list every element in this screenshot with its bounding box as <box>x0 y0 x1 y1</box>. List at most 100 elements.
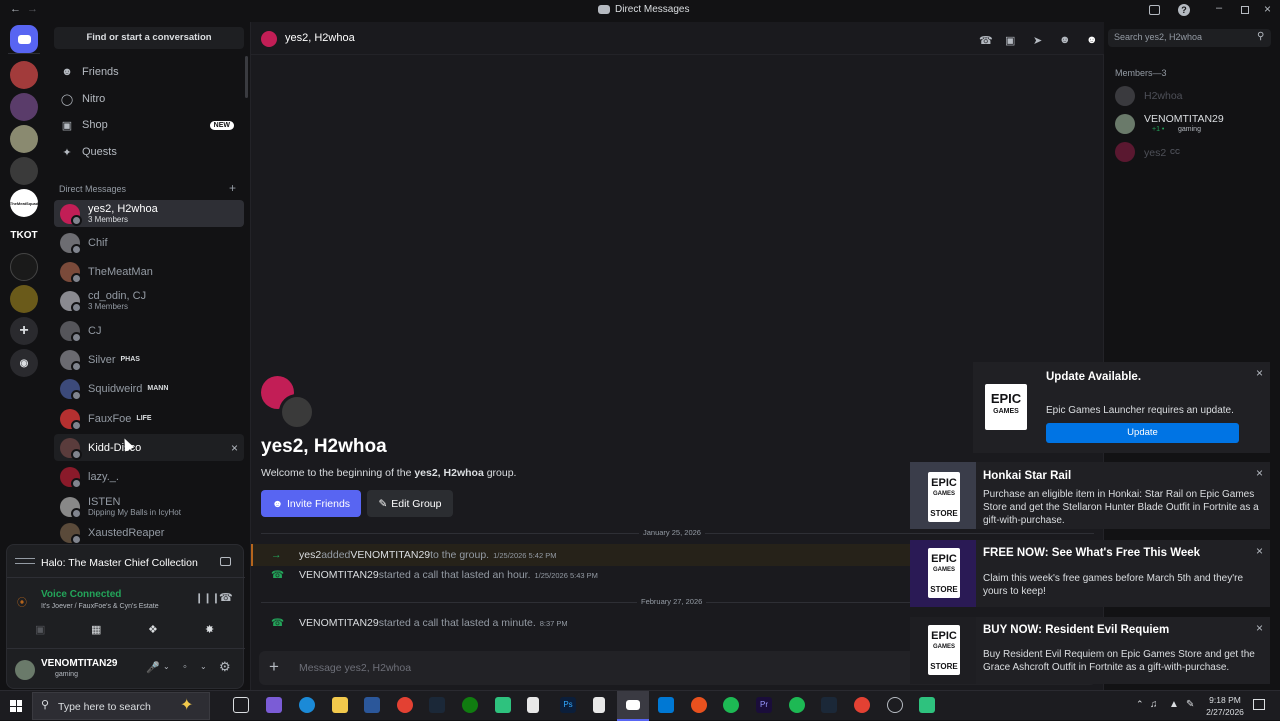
close-icon[interactable]: × <box>1264 2 1271 16</box>
chat-search-input[interactable]: Search yes2, H2whoa ⚲ <box>1108 29 1271 47</box>
msg-target[interactable]: VENOMTITAN29 <box>350 549 430 561</box>
server-icon[interactable] <box>10 125 38 153</box>
server-icon[interactable] <box>10 61 38 89</box>
member-avatar[interactable] <box>1115 86 1135 106</box>
volume-icon[interactable]: ♫ <box>1150 699 1158 710</box>
toast-resident-evil[interactable]: × EPIC GAMES STORE BUY NOW: Resident Evil … <box>910 617 1270 684</box>
xbox-icon[interactable] <box>462 697 478 713</box>
copilot-icon[interactable] <box>266 697 282 713</box>
app-icon[interactable] <box>495 697 511 713</box>
system-message[interactable]: ☎ VENOMTITAN29 started a call that lasted… <box>271 569 598 581</box>
find-conversation-button[interactable]: Find or start a conversation <box>54 27 244 49</box>
windows-start-icon[interactable] <box>10 700 22 712</box>
clock-time[interactable]: 9:18 PM <box>1205 695 1245 705</box>
app-window-icon[interactable] <box>658 697 674 713</box>
document-icon[interactable] <box>593 697 605 713</box>
file-explorer-icon[interactable] <box>332 697 348 713</box>
close-icon[interactable]: × <box>1256 466 1263 480</box>
app-icon[interactable] <box>919 697 935 713</box>
chevron-up-icon[interactable]: ⌃ <box>1136 699 1144 710</box>
premiere-icon[interactable]: Pr <box>756 697 772 713</box>
close-icon[interactable]: × <box>1256 366 1263 380</box>
dm-item[interactable]: ISTEN Dipping My Balls in IcyHot <box>54 493 244 520</box>
notifications-icon[interactable] <box>1253 699 1265 710</box>
attach-plus-icon[interactable]: + <box>269 657 279 677</box>
noise-suppression-icon[interactable]: ❙❙❙ <box>195 593 220 604</box>
menu-nitro[interactable]: ◯ Nitro <box>54 86 244 112</box>
spotify-icon[interactable] <box>723 697 739 713</box>
system-message[interactable]: ☎ VENOMTITAN29 started a call that lasted… <box>271 617 568 629</box>
chevron-down-icon[interactable]: ⌄ <box>163 662 170 671</box>
msg-user[interactable]: VENOMTITAN29 <box>299 569 379 581</box>
toast-honkai[interactable]: × EPIC GAMES STORE Honkai Star Rail Purcha… <box>910 462 1270 529</box>
soundboard-icon[interactable]: ✸ <box>205 623 214 636</box>
close-icon[interactable]: × <box>1256 621 1263 635</box>
toast-free-now[interactable]: × EPIC GAMES STORE FREE NOW: See What's Fr… <box>910 540 1270 607</box>
maximize-icon[interactable] <box>1241 6 1249 14</box>
discover-icon[interactable]: ◉ <box>10 349 38 377</box>
add-server-icon[interactable]: + <box>10 317 38 345</box>
member-name[interactable]: yes2 <box>1144 147 1166 159</box>
minimize-icon[interactable]: – <box>1216 2 1222 14</box>
msg-user[interactable]: yes2 <box>299 549 321 561</box>
edge-icon[interactable] <box>299 697 315 713</box>
settings-gear-icon[interactable]: ⚙ <box>219 659 231 675</box>
camera-off-icon[interactable]: ▣ <box>35 623 45 636</box>
dm-item[interactable]: cd_odin, CJ 3 Members <box>54 287 244 314</box>
photoshop-icon[interactable]: Ps <box>560 697 576 713</box>
add-friend-icon[interactable]: ☻ <box>1059 34 1071 46</box>
toast-update[interactable]: × EPIC GAMES Update Available. Epic Games… <box>973 362 1270 453</box>
steam-icon[interactable] <box>821 697 837 713</box>
update-button[interactable]: Update <box>1046 423 1239 443</box>
close-dm-icon[interactable]: × <box>231 441 238 455</box>
system-message[interactable]: → yes2 added VENOMTITAN29 to the group. 1/… <box>271 549 556 561</box>
dm-item[interactable]: Chif <box>54 229 244 256</box>
server-icon-tkot[interactable]: TKOT <box>10 221 38 249</box>
app-icon[interactable] <box>854 697 870 713</box>
dm-item[interactable]: yes2, H2whoa 3 Members <box>54 200 244 227</box>
disconnect-icon[interactable]: ☎ <box>219 591 233 604</box>
dm-item[interactable]: CJ <box>54 317 244 344</box>
server-icon[interactable] <box>10 285 38 313</box>
msg-user[interactable]: VENOMTITAN29 <box>299 617 379 629</box>
server-icon[interactable] <box>10 93 38 121</box>
video-icon[interactable]: ▣ <box>1005 34 1015 47</box>
taskbar-search[interactable]: ⚲ Type here to search ✦ <box>32 692 210 720</box>
chevron-down-icon[interactable]: ⌄ <box>200 662 207 671</box>
pen-icon[interactable]: ✎ <box>1186 699 1194 710</box>
member-name[interactable]: VENOMTITAN29 <box>1144 113 1224 125</box>
activities-icon[interactable]: ❖ <box>148 623 158 636</box>
dm-item[interactable]: lazy._. <box>54 463 244 490</box>
notepad-icon[interactable] <box>527 697 539 713</box>
dm-item[interactable]: XaustedReaper <box>54 522 244 544</box>
clock-date[interactable]: 2/27/2026 <box>1202 707 1248 717</box>
member-avatar[interactable] <box>1115 114 1135 134</box>
share-screen-icon[interactable]: ▦ <box>91 623 101 636</box>
dm-item-hovered[interactable]: Kidd-Disco × <box>54 434 244 461</box>
headphones-icon[interactable]: ◦ <box>183 661 187 673</box>
call-icon[interactable]: ☎ <box>979 34 993 47</box>
member-name[interactable]: H2whoa <box>1144 90 1183 102</box>
discord-taskbar-active[interactable] <box>617 691 649 721</box>
voice-status[interactable]: Voice Connected <box>41 589 121 600</box>
server-icon[interactable] <box>10 253 38 281</box>
word-icon[interactable] <box>364 697 380 713</box>
dm-item[interactable]: Squidweird MANN <box>54 375 244 402</box>
dm-item[interactable]: FauxFoe LIFE <box>54 405 244 432</box>
app-icon[interactable] <box>887 697 903 713</box>
invite-friends-button[interactable]: ☻ Invite Friends <box>261 490 361 517</box>
inbox-icon[interactable] <box>1149 5 1160 15</box>
ea-icon[interactable] <box>691 697 707 713</box>
member-avatar[interactable] <box>1115 142 1135 162</box>
microphone-icon[interactable]: 🎤 <box>146 661 160 674</box>
screen-icon[interactable] <box>220 557 231 566</box>
menu-friends[interactable]: ☻ Friends <box>54 59 244 85</box>
spotify-icon[interactable] <box>789 697 805 713</box>
steam-icon[interactable] <box>429 697 445 713</box>
chrome-icon[interactable] <box>397 697 413 713</box>
menu-shop[interactable]: ▣ Shop NEW <box>54 112 244 138</box>
server-icon-themeatsquad[interactable]: TheMeatSquad <box>10 189 38 217</box>
pin-icon[interactable]: ➤ <box>1033 34 1042 47</box>
edit-group-button[interactable]: ✎ Edit Group <box>367 490 453 517</box>
dm-item[interactable]: Silver PHAS <box>54 346 244 373</box>
